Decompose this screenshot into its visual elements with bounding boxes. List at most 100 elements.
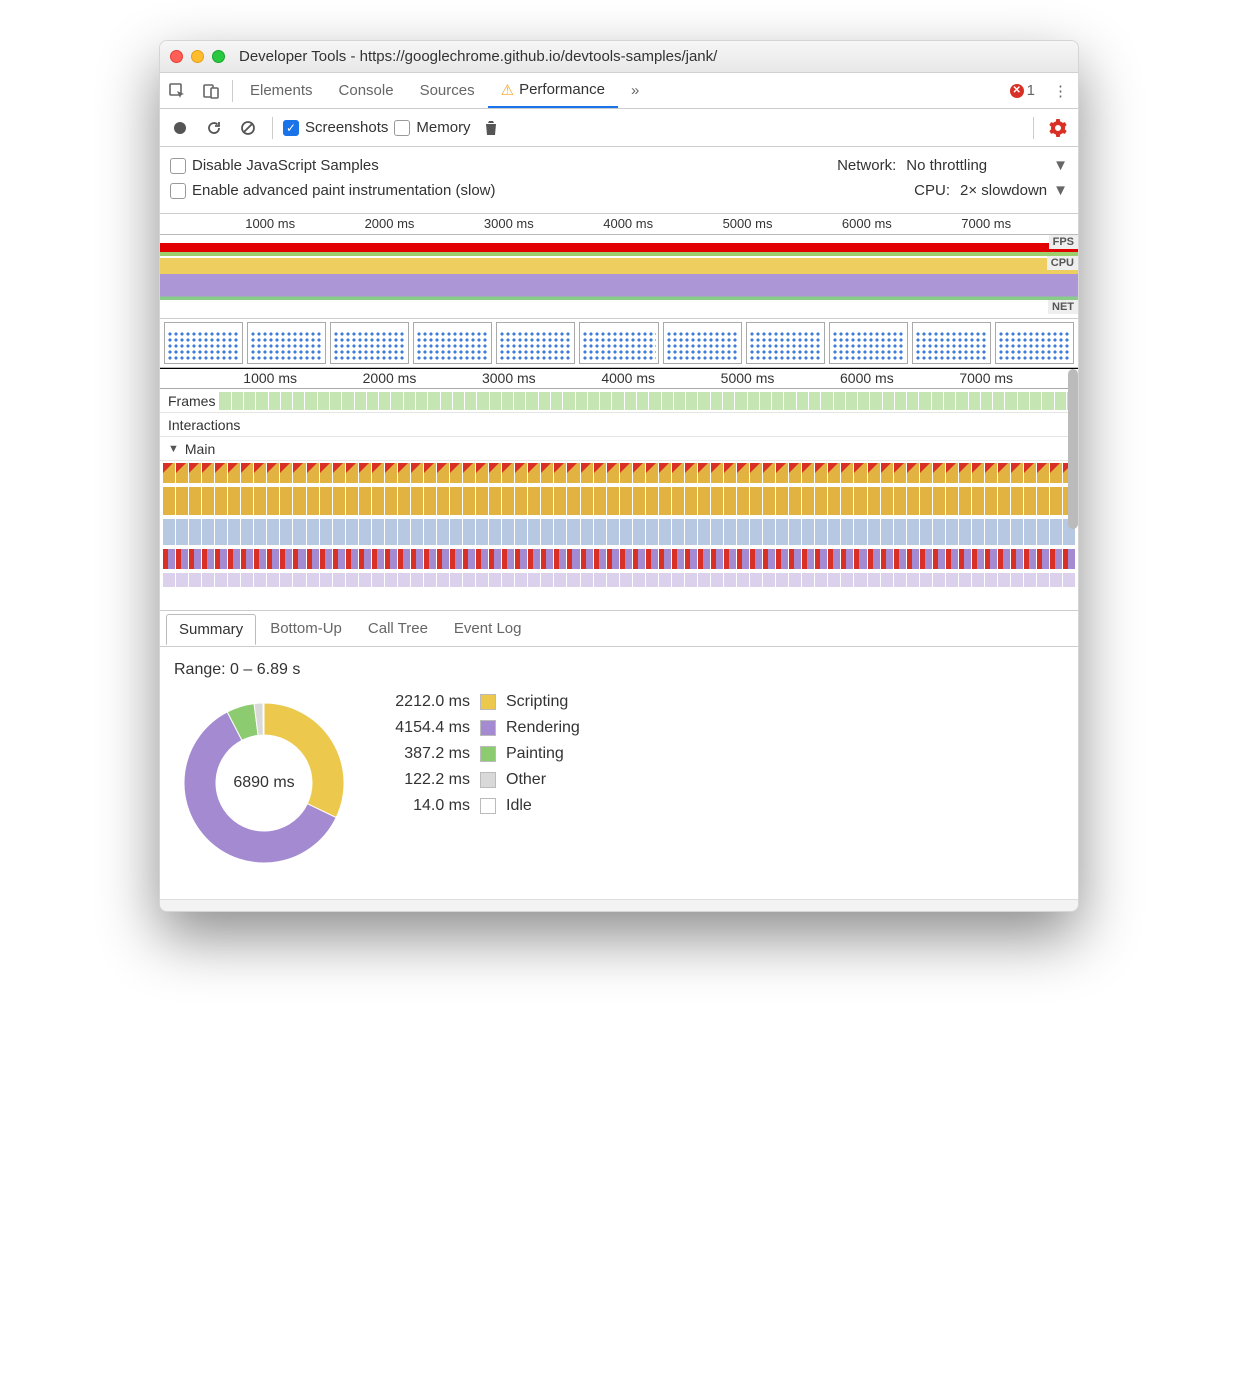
- tab-elements[interactable]: Elements: [237, 73, 326, 108]
- legend-swatch: [480, 772, 496, 788]
- tab-label: Performance: [519, 81, 605, 98]
- main-section[interactable]: ▼ Main: [160, 437, 1078, 461]
- tab-sources[interactable]: Sources: [407, 73, 488, 108]
- legend-row: 2212.0 msScripting: [380, 693, 580, 711]
- overflow-icon: »: [631, 82, 639, 99]
- reload-button[interactable]: [200, 114, 228, 142]
- tab-label: Call Tree: [368, 620, 428, 637]
- ruler-tick: 3000 ms: [484, 216, 534, 231]
- screenshot-thumb[interactable]: [579, 322, 658, 364]
- gc-button[interactable]: [477, 114, 505, 142]
- cpu-select[interactable]: 2× slowdown ▼: [960, 182, 1068, 199]
- tab-bottom-up[interactable]: Bottom-Up: [258, 614, 354, 643]
- legend-row: 14.0 msIdle: [380, 797, 580, 815]
- disable-js-checkbox[interactable]: Disable JavaScript Samples: [170, 157, 379, 174]
- legend-row: 4154.4 ms Rendering: [380, 719, 580, 737]
- ruler-tick: 1000 ms: [245, 216, 295, 231]
- tab-call-tree[interactable]: Call Tree: [356, 614, 440, 643]
- tab-performance[interactable]: ⚠ Performance: [488, 73, 618, 108]
- screenshot-thumb[interactable]: [829, 322, 908, 364]
- net-lane: NET: [160, 300, 1078, 318]
- ruler-tick: 4000 ms: [601, 370, 655, 386]
- overview-pane[interactable]: 1000 ms 2000 ms 3000 ms 4000 ms 5000 ms …: [160, 214, 1078, 369]
- legend-ms: 2212.0 ms: [380, 693, 470, 711]
- settings-button[interactable]: [1044, 114, 1072, 142]
- network-select[interactable]: No throttling ▼: [906, 157, 1068, 174]
- panel-tabstrip: Elements Console Sources ⚠ Performance »…: [160, 73, 1078, 109]
- legend-swatch: [480, 798, 496, 814]
- screenshot-thumb[interactable]: [995, 322, 1074, 364]
- checkbox-icon: [170, 158, 186, 174]
- record-button[interactable]: [166, 114, 194, 142]
- zoom-icon[interactable]: [212, 50, 225, 63]
- legend-ms: 387.2 ms: [380, 745, 470, 763]
- legend-swatch: [480, 720, 496, 736]
- warning-icon: ⚠: [501, 81, 514, 99]
- interactions-section[interactable]: Interactions: [160, 413, 1078, 437]
- screenshot-thumb[interactable]: [746, 322, 825, 364]
- chevron-down-icon: ▼: [1053, 182, 1068, 199]
- select-value: 2× slowdown: [960, 182, 1047, 199]
- legend-ms: 14.0 ms: [380, 797, 470, 815]
- ruler-tick: 5000 ms: [721, 370, 775, 386]
- filmstrip: [160, 318, 1078, 368]
- section-label: Frames: [168, 393, 215, 409]
- ruler-tick: 7000 ms: [961, 216, 1011, 231]
- capture-settings: Disable JavaScript Samples Network: No t…: [160, 147, 1078, 214]
- legend-row: 387.2 msPainting: [380, 745, 580, 763]
- legend-ms: 122.2 ms: [380, 771, 470, 789]
- frames-section[interactable]: Frames: [160, 389, 1078, 413]
- scrollbar[interactable]: [1068, 369, 1078, 529]
- caret-down-icon: ▼: [168, 443, 179, 455]
- legend: 2212.0 msScripting 4154.4 ms Rendering 387.…: [380, 693, 580, 815]
- statusbar: [160, 899, 1078, 911]
- section-label: Interactions: [168, 417, 240, 433]
- tab-event-log[interactable]: Event Log: [442, 614, 534, 643]
- checkbox-label: Enable advanced paint instrumentation (s…: [192, 182, 496, 199]
- screenshots-checkbox[interactable]: ✓ Screenshots: [283, 119, 388, 136]
- panel-tabs: Elements Console Sources ⚠ Performance »: [237, 73, 1002, 108]
- traffic-lights: [170, 50, 225, 63]
- window-title: Developer Tools - https://googlechrome.g…: [239, 48, 717, 65]
- error-count: 1: [1027, 82, 1035, 99]
- screenshot-thumb[interactable]: [496, 322, 575, 364]
- screenshot-thumb[interactable]: [330, 322, 409, 364]
- menu-icon[interactable]: ⋮: [1043, 82, 1078, 100]
- tabs-overflow[interactable]: »: [618, 73, 652, 108]
- screenshot-thumb[interactable]: [164, 322, 243, 364]
- titlebar: Developer Tools - https://googlechrome.g…: [160, 41, 1078, 73]
- memory-checkbox[interactable]: Memory: [394, 119, 470, 136]
- tab-summary[interactable]: Summary: [166, 614, 256, 645]
- lane-label: NET: [1048, 300, 1078, 314]
- advanced-paint-checkbox[interactable]: Enable advanced paint instrumentation (s…: [170, 182, 496, 199]
- legend-label: Rendering: [506, 719, 580, 737]
- minimize-icon[interactable]: [191, 50, 204, 63]
- legend-row: 122.2 msOther: [380, 771, 580, 789]
- legend-swatch: [480, 746, 496, 762]
- screenshot-thumb[interactable]: [663, 322, 742, 364]
- close-icon[interactable]: [170, 50, 183, 63]
- device-toggle-icon[interactable]: [194, 73, 228, 109]
- ruler-tick: 7000 ms: [959, 370, 1013, 386]
- tab-label: Console: [339, 82, 394, 99]
- screenshot-thumb[interactable]: [247, 322, 326, 364]
- clear-button[interactable]: [234, 114, 262, 142]
- perf-toolbar: ✓ Screenshots Memory: [160, 109, 1078, 147]
- ruler-tick: 3000 ms: [482, 370, 536, 386]
- divider: [1033, 117, 1034, 139]
- divider: [272, 117, 273, 139]
- legend-ms: 4154.4 ms: [380, 719, 470, 737]
- range-label: Range: 0 – 6.89 s: [174, 661, 1064, 679]
- time-donut: 6890 ms: [174, 693, 354, 873]
- flame-chart[interactable]: [160, 461, 1078, 611]
- inspect-icon[interactable]: [160, 73, 194, 109]
- screenshot-thumb[interactable]: [912, 322, 991, 364]
- lane-label: CPU: [1047, 256, 1078, 270]
- tab-label: Summary: [179, 621, 243, 638]
- summary-tabstrip: Summary Bottom-Up Call Tree Event Log: [160, 611, 1078, 647]
- legend-swatch: [480, 694, 496, 710]
- error-counter[interactable]: ✕ 1: [1002, 82, 1043, 99]
- ruler-tick: 6000 ms: [840, 370, 894, 386]
- screenshot-thumb[interactable]: [413, 322, 492, 364]
- tab-console[interactable]: Console: [326, 73, 407, 108]
